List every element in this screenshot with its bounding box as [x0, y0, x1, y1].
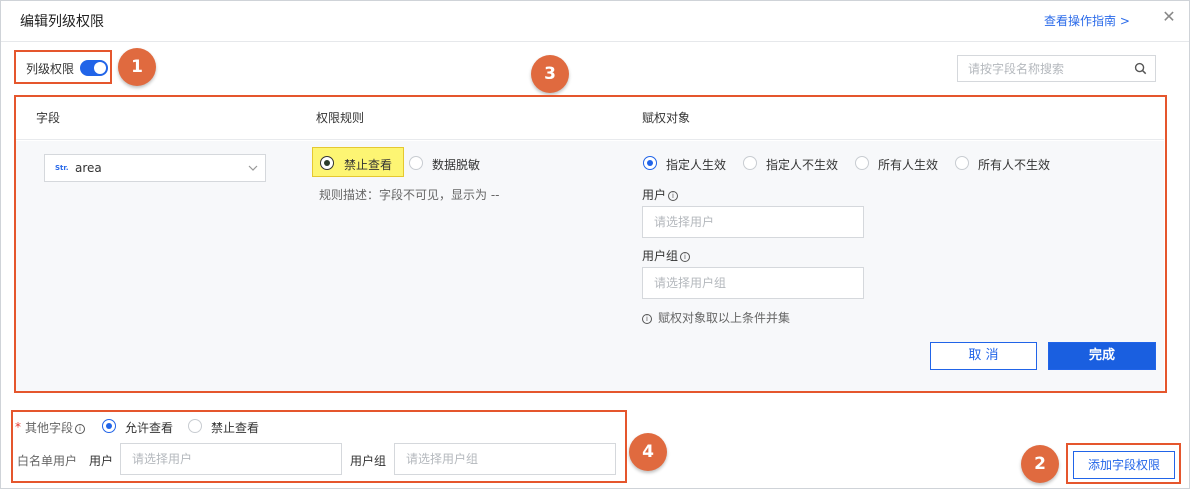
column-permission-toggle[interactable]	[80, 60, 108, 76]
whitelist-user-select	[120, 443, 342, 475]
guide-link[interactable]: 查看操作指南 >	[1044, 12, 1130, 29]
other-label-forbid-view: 禁止查看	[211, 421, 260, 435]
whitelist-group-select	[394, 443, 616, 475]
whitelist-group-label: 用户组	[350, 454, 387, 468]
other-radio-forbid-view[interactable]	[188, 419, 202, 433]
annotation-badge-4: 4	[629, 433, 667, 471]
dialog-title: 编辑列级权限	[20, 14, 104, 30]
whitelist-label: 白名单用户	[17, 454, 78, 468]
annotation-box-3	[14, 95, 1167, 393]
annotation-badge-2: 2	[1021, 445, 1059, 483]
whitelist-group-input[interactable]	[395, 444, 615, 474]
whitelist-user-input[interactable]	[121, 444, 341, 474]
column-permission-label: 列级权限	[26, 62, 75, 76]
toggle-knob	[94, 62, 106, 74]
other-radio-allow-view[interactable]	[102, 419, 116, 433]
dialog-header: 编辑列级权限 查看操作指南 > ✕	[1, 1, 1189, 42]
info-icon: i	[75, 424, 86, 434]
annotation-badge-3: 3	[531, 55, 569, 93]
required-mark: *	[15, 420, 21, 434]
other-label-allow-view: 允许查看	[125, 421, 174, 435]
add-field-permission-button[interactable]: 添加字段权限	[1073, 451, 1175, 479]
other-fields-label: 其他字段 i	[25, 419, 86, 436]
field-search-input[interactable]	[958, 56, 1128, 81]
close-icon[interactable]: ✕	[1161, 9, 1177, 25]
search-icon[interactable]	[1134, 62, 1147, 75]
annotation-badge-1: 1	[118, 48, 156, 86]
whitelist-user-label: 用户	[89, 454, 114, 468]
field-search-box	[957, 55, 1156, 82]
